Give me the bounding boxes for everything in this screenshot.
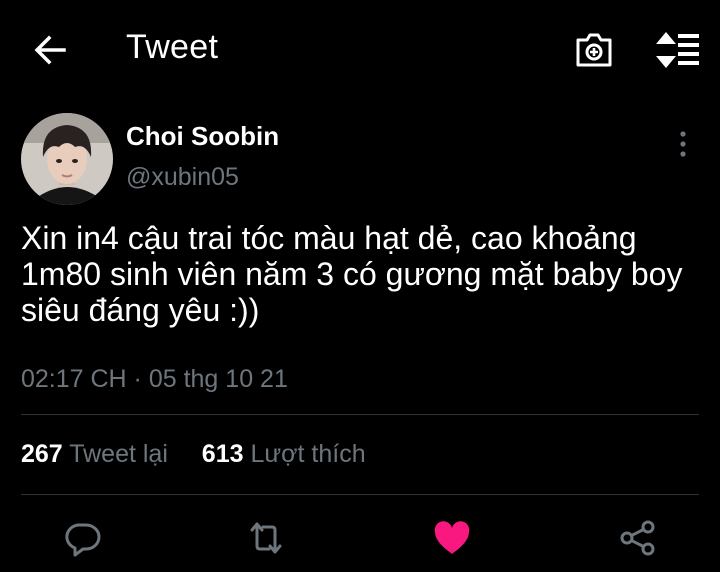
tweet-text: Xin in4 cậu trai tóc màu hạt dẻ, cao kho… [21, 220, 683, 328]
author-handle[interactable]: @xubin05 [126, 163, 239, 192]
retweets-stat[interactable]: 267 Tweet lại [21, 440, 175, 468]
share-button[interactable] [618, 518, 658, 558]
engagement-stats: 267 Tweet lại 613 Lượt thích [21, 440, 366, 469]
avatar[interactable] [21, 113, 113, 205]
tweet-timestamp[interactable]: 02:17 CH · 05 thg 10 21 [21, 365, 288, 394]
retweets-label: Tweet lại [69, 440, 168, 468]
more-options-button[interactable] [668, 126, 698, 162]
retweet-button[interactable] [246, 518, 286, 558]
camera-button[interactable] [574, 30, 614, 70]
like-button[interactable] [432, 518, 472, 558]
reply-button[interactable] [62, 518, 102, 558]
retweets-count: 267 [21, 440, 63, 468]
divider [21, 494, 699, 495]
like-icon [434, 521, 470, 554]
more-vertical-icon [680, 131, 686, 157]
retweet-icon [250, 522, 282, 554]
author-display-name[interactable]: Choi Soobin [126, 121, 279, 152]
likes-stat[interactable]: 613 Lượt thích [195, 440, 366, 468]
page-title: Tweet [126, 28, 219, 66]
arrow-left-icon [34, 35, 66, 65]
camera-icon [576, 33, 612, 67]
back-button[interactable] [30, 30, 70, 70]
divider [21, 414, 699, 415]
top-bar: Tweet [0, 0, 720, 100]
profile-photo [21, 113, 113, 205]
reply-icon [65, 523, 101, 557]
likes-count: 613 [201, 440, 244, 468]
sort-button[interactable] [654, 30, 700, 70]
share-icon [620, 520, 655, 556]
sort-icon [656, 32, 699, 68]
likes-label: Lượt thích [250, 440, 366, 468]
